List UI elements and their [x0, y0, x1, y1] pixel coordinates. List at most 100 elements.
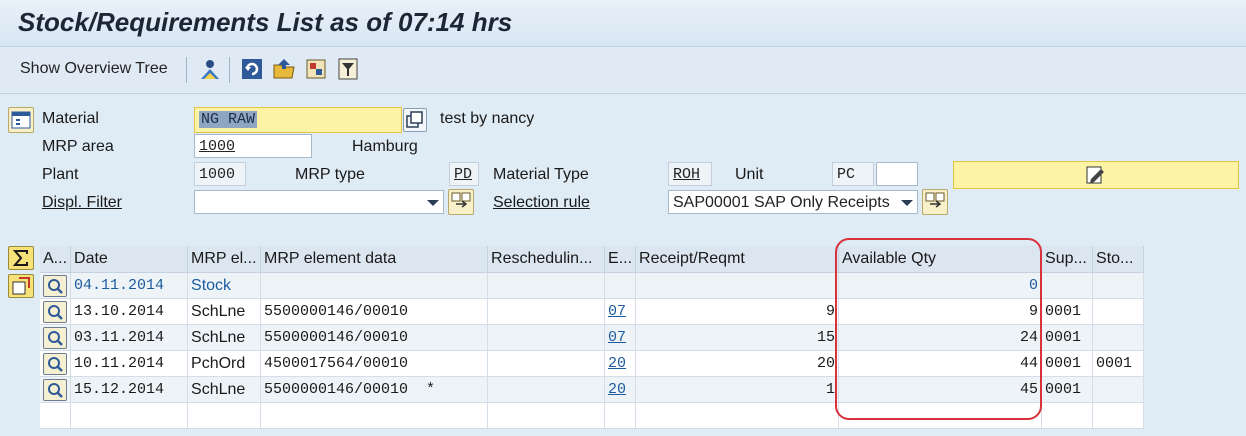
mrp-element-data-cell: 5500000146/00010 [260, 298, 489, 325]
material-type-field[interactable]: ROH [668, 162, 712, 186]
toolbar-separator [229, 57, 230, 83]
column-header[interactable]: Sup... [1041, 246, 1094, 273]
mrp-element-cell: SchLne [187, 298, 262, 325]
rescheduling-cell [487, 350, 606, 377]
table-row[interactable]: 04.11.2014 Stock 0 [40, 272, 1145, 299]
exception-cell[interactable]: 20 [604, 350, 637, 377]
column-header[interactable]: Date [70, 246, 189, 273]
receipt-reqmt-cell: 1 [635, 376, 840, 403]
chevron-down-icon [427, 200, 439, 206]
column-header[interactable]: Reschedulin... [487, 246, 606, 273]
header-toggle-button[interactable] [8, 107, 34, 133]
storage-cell [1092, 376, 1145, 403]
column-header[interactable]: Available Qty [838, 246, 1043, 273]
storage-cell: 0001 [1092, 350, 1145, 377]
plant-label: Plant [42, 166, 79, 183]
column-header[interactable]: MRP el... [187, 246, 262, 273]
unit-value: PC [837, 166, 856, 183]
edit-icon [1086, 166, 1104, 184]
receipt-reqmt-cell: 15 [635, 324, 840, 351]
rescheduling-cell [487, 376, 606, 403]
exception-cell[interactable]: 20 [604, 376, 637, 403]
material-value: NG RAW [199, 111, 258, 128]
show-overview-tree-button[interactable]: Show Overview Tree [16, 55, 172, 83]
sum-icon[interactable] [8, 246, 34, 270]
plant-field[interactable]: 1000 [194, 162, 246, 186]
supplier-cell: 0001 [1041, 324, 1094, 351]
supplier-cell [1041, 272, 1094, 299]
displ-filter-label[interactable]: Displ. Filter [42, 194, 122, 212]
available-qty-cell: 24 [838, 324, 1043, 351]
table-header-row: A... Date MRP el... MRP element data Res… [40, 246, 1145, 273]
row-detail-icon[interactable] [40, 272, 72, 299]
storage-cell [1092, 298, 1145, 325]
receipt-reqmt-cell: 20 [635, 350, 840, 377]
table-row[interactable]: 10.11.2014 PchOrd 4500017564/00010 20 20… [40, 350, 1145, 377]
supplier-cell: 0001 [1041, 350, 1094, 377]
rescheduling-cell [487, 324, 606, 351]
column-header[interactable]: A... [40, 246, 72, 273]
date-cell: 15.12.2014 [70, 376, 189, 403]
unit-extra-field[interactable] [876, 162, 918, 186]
material-label: Material [42, 110, 99, 127]
mrp-type-field[interactable]: PD [449, 162, 479, 186]
exception-cell[interactable]: 07 [604, 324, 637, 351]
edit-button[interactable] [953, 161, 1239, 189]
filter-settings-icon[interactable] [448, 189, 474, 215]
column-header[interactable]: Receipt/Reqmt [635, 246, 840, 273]
unit-field[interactable]: PC [832, 162, 874, 186]
storage-cell [1092, 324, 1145, 351]
storage-cell [1092, 272, 1145, 299]
receipt-reqmt-cell: 9 [635, 298, 840, 325]
mrp-area-label: MRP area [42, 138, 114, 155]
selection-rule-label[interactable]: Selection rule [493, 194, 590, 212]
material-type-label: Material Type [493, 166, 589, 183]
toolbar-separator [186, 57, 187, 83]
filter-icon[interactable] [336, 57, 360, 81]
table-row[interactable]: 03.11.2014 SchLne 5500000146/00010 07 15… [40, 324, 1145, 351]
mrp-element-cell: SchLne [187, 376, 262, 403]
displ-filter-dropdown[interactable] [194, 190, 444, 214]
mrp-element-data-cell: 4500017564/00010 [260, 350, 489, 377]
mrp-element-cell: SchLne [187, 324, 262, 351]
date-cell: 03.11.2014 [70, 324, 189, 351]
exception-cell[interactable]: 07 [604, 298, 637, 325]
row-detail-icon[interactable] [40, 376, 72, 403]
selection-rule-settings-icon[interactable] [922, 189, 948, 215]
copy-icon[interactable] [403, 108, 427, 132]
table-row[interactable]: 15.12.2014 SchLne 5500000146/00010 * 20 … [40, 376, 1145, 403]
column-header[interactable]: E... [604, 246, 637, 273]
column-header[interactable]: Sto... [1092, 246, 1145, 273]
exception-cell[interactable] [604, 272, 637, 299]
mrp-area-field[interactable]: 1000 [194, 134, 312, 158]
selection-rule-dropdown[interactable]: SAP00001 SAP Only Receipts [668, 190, 918, 214]
available-qty-cell: 9 [838, 298, 1043, 325]
mrp-element-cell: Stock [187, 272, 262, 299]
title-bar: Stock/Requirements List as of 07:14 hrs [0, 0, 1246, 47]
unit-label: Unit [735, 166, 764, 183]
mrp-element-cell: PchOrd [187, 350, 262, 377]
mrp-table: A... Date MRP el... MRP element data Res… [40, 246, 1145, 429]
settings-icon[interactable] [304, 57, 328, 81]
material-field[interactable]: NG RAW [194, 107, 402, 133]
row-detail-icon[interactable] [40, 298, 72, 325]
table-row[interactable]: 13.10.2014 SchLne 5500000146/00010 07 9 … [40, 298, 1145, 325]
user-icon[interactable] [198, 57, 222, 81]
mrp-element-data-cell: 5500000146/00010 [260, 324, 489, 351]
available-qty-cell: 0 [838, 272, 1043, 299]
available-qty-cell: 45 [838, 376, 1043, 403]
material-description: test by nancy [440, 110, 535, 127]
folder-icon[interactable] [272, 57, 296, 81]
receipt-reqmt-cell [635, 272, 840, 299]
application-toolbar: Show Overview Tree [0, 47, 1246, 94]
row-detail-icon[interactable] [40, 350, 72, 377]
row-detail-icon[interactable] [40, 324, 72, 351]
column-header[interactable]: MRP element data [260, 246, 489, 273]
rescheduling-cell [487, 298, 606, 325]
available-qty-cell: 44 [838, 350, 1043, 377]
mrp-area-description: Hamburg [352, 138, 418, 155]
chevron-down-icon [901, 200, 913, 206]
expand-icon[interactable] [8, 274, 34, 298]
refresh-icon[interactable] [240, 57, 264, 81]
mrp-elements-grid: A... Date MRP el... MRP element data Res… [0, 242, 1246, 436]
